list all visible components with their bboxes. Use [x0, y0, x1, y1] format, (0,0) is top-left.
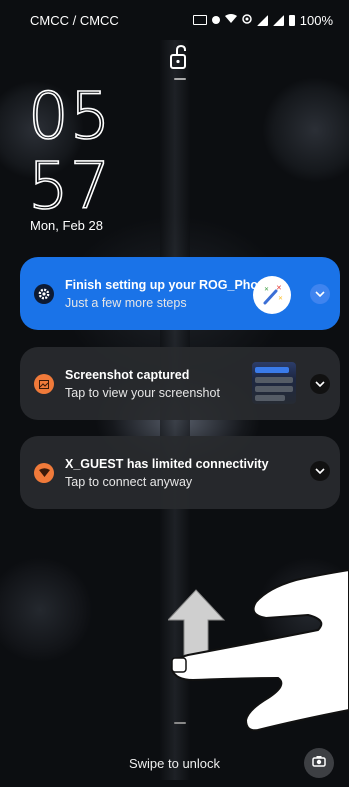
- notification-wifi[interactable]: X_GUEST has limited connectivity Tap to …: [20, 436, 340, 509]
- expand-chevron-button[interactable]: [310, 284, 330, 304]
- swipe-gesture-hand: [166, 560, 349, 740]
- notification-subtitle: Tap to view your screenshot: [65, 386, 220, 400]
- thumb-bar: [255, 377, 293, 383]
- vibrate-icon: [211, 16, 220, 24]
- clock-minute: 57: [27, 150, 112, 224]
- svg-text:✕: ✕: [276, 284, 282, 292]
- thumb-bar: [255, 386, 293, 392]
- svg-text:✕: ✕: [264, 286, 269, 293]
- notification-subtitle: Tap to connect anyway: [65, 475, 193, 489]
- gear-icon: [34, 284, 54, 304]
- notification-screenshot[interactable]: Screenshot captured Tap to view your scr…: [20, 347, 340, 420]
- notification-setup[interactable]: Finish setting up your ROG_Pho.. Just a …: [20, 257, 340, 330]
- swipe-to-unlock-hint: Swipe to unlock: [128, 756, 221, 771]
- expand-chevron-button[interactable]: [310, 374, 330, 394]
- magic-wand-icon: ✕ ✕ ✕: [253, 276, 291, 314]
- hotspot-icon: [242, 13, 252, 27]
- notification-title: X_GUEST has limited connectivity: [65, 457, 269, 471]
- notification-title: Finish setting up your ROG_Pho..: [65, 278, 266, 292]
- camera-button[interactable]: [304, 748, 334, 778]
- lock-date: Mon, Feb 28: [30, 218, 103, 233]
- wifi-alert-icon: [34, 463, 54, 483]
- bottom-indicator-line: [174, 722, 186, 724]
- screenshot-thumbnail[interactable]: [252, 362, 296, 404]
- battery-saver-icon: [192, 15, 207, 25]
- signal-1-icon: [256, 14, 268, 26]
- thumb-bar: [255, 395, 285, 401]
- thumb-bar: [255, 367, 289, 373]
- lock-open-icon: [168, 44, 190, 70]
- status-bar: CMCC / CMCC 100%: [0, 0, 349, 40]
- svg-text:✕: ✕: [278, 295, 283, 302]
- expand-chevron-button[interactable]: [310, 461, 330, 481]
- camera-icon: [312, 754, 326, 772]
- image-icon: [34, 374, 54, 394]
- carrier-label: CMCC / CMCC: [30, 12, 119, 28]
- notification-subtitle: Just a few more steps: [65, 296, 187, 310]
- lock-clock: 05 57: [27, 80, 112, 224]
- wifi-icon: [224, 13, 237, 27]
- battery-icon: [288, 14, 295, 26]
- signal-2-icon: [272, 14, 284, 26]
- battery-percent: 100%: [299, 12, 333, 28]
- clock-hour: 05: [27, 80, 112, 154]
- lock-indicator-line: [174, 78, 186, 80]
- notification-title: Screenshot captured: [65, 368, 190, 382]
- status-icons: 100%: [192, 12, 333, 28]
